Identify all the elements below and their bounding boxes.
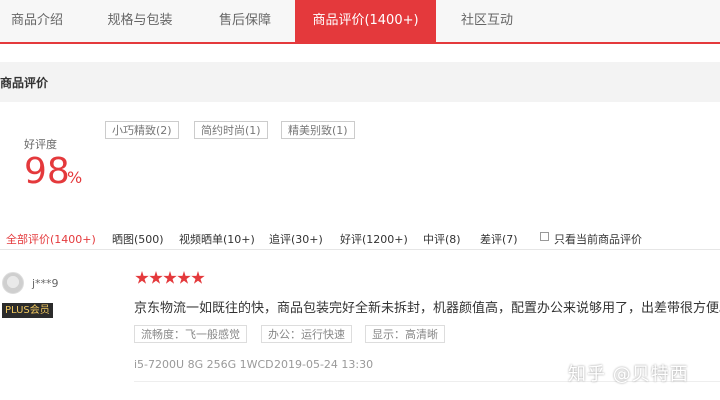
product-spec: i5-7200U 8G 256G 1WCD <box>134 358 274 371</box>
only-current-checkbox[interactable] <box>540 232 549 241</box>
plus-member-badge: PLUS会员 <box>2 303 53 318</box>
tab-product-intro[interactable]: 商品介绍 <box>0 0 74 42</box>
filter-all[interactable]: 全部评价(1400+) <box>6 231 96 247</box>
product-tab-bar: 商品介绍 规格与包装 售后保障 商品评价(1400+) 社区互动 <box>0 0 720 44</box>
star-icon <box>135 271 149 284</box>
tab-community[interactable]: 社区互动 <box>450 0 524 42</box>
filter-followup[interactable]: 追评(30+) <box>269 231 323 247</box>
review-text: 京东物流一如既往的快，商品包装完好全新未拆封，机器颜值高，配置办公来说够用了，出… <box>134 301 720 316</box>
star-icon <box>149 271 163 284</box>
tab-product-reviews[interactable]: 商品评价(1400+) <box>295 0 436 42</box>
avatar <box>2 272 24 294</box>
review-tag: 显示：高清晰 <box>365 325 445 343</box>
review-tag: 办公：运行快速 <box>261 325 352 343</box>
filter-negative[interactable]: 差评(7) <box>480 231 518 247</box>
only-current-label[interactable]: 只看当前商品评价 <box>554 231 642 247</box>
impression-tag[interactable]: 小巧精致(2) <box>105 121 179 139</box>
review-tag: 流畅度：飞一般感觉 <box>134 325 247 343</box>
filter-positive[interactable]: 好评(1200+) <box>340 231 408 247</box>
filter-neutral[interactable]: 中评(8) <box>423 231 461 247</box>
impression-tag[interactable]: 精美别致(1) <box>281 121 355 139</box>
reviews-section-header: 商品评价 <box>0 62 720 102</box>
tab-after-sales[interactable]: 售后保障 <box>200 0 290 42</box>
filter-photos[interactable]: 晒图(500) <box>112 231 164 247</box>
rating-percent-sign: % <box>67 168 83 187</box>
star-icon <box>177 271 191 284</box>
star-icon <box>163 271 177 284</box>
reviewer-username: j***9 <box>32 277 59 290</box>
star-icon <box>191 271 205 284</box>
rating-value: 98 <box>24 151 70 192</box>
section-title: 商品评价 <box>0 76 49 90</box>
filter-videos[interactable]: 视频晒单(10+) <box>179 231 255 247</box>
impression-tag[interactable]: 简约时尚(1) <box>194 121 268 139</box>
tab-specs-packaging[interactable]: 规格与包装 <box>94 0 186 42</box>
review-filter-bar: 全部评价(1400+) 晒图(500) 视频晒单(10+) 追评(30+) 好评… <box>0 226 720 250</box>
watermark: 知乎 @贝特西 <box>568 364 689 385</box>
review-date: 2019-05-24 13:30 <box>274 358 374 371</box>
rating-label: 好评度 <box>24 138 57 151</box>
